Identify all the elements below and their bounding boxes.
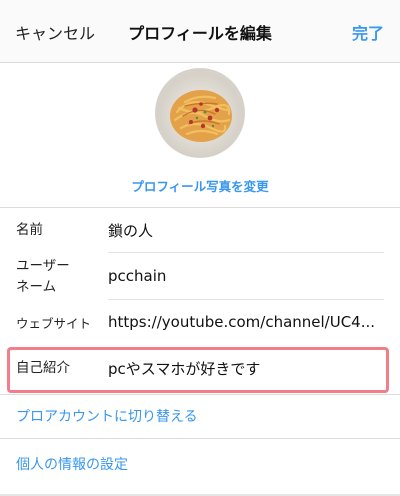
navigation-bar: キャンセル プロフィールを編集 完了 — [0, 0, 400, 63]
username-label: ユーザー ネーム — [16, 258, 70, 295]
name-field[interactable]: 鎖の人 — [108, 220, 386, 241]
page-title: プロフィールを編集 — [128, 24, 272, 43]
change-profile-photo-link[interactable]: プロフィール写真を変更 — [0, 176, 400, 195]
section-divider — [0, 438, 400, 439]
profile-photo-avatar[interactable] — [155, 68, 245, 158]
name-label: 名前 — [16, 222, 43, 238]
website-label: ウェブサイト — [16, 316, 92, 331]
website-field[interactable]: https://youtube.com/channel/UC4... — [108, 313, 386, 331]
edit-profile-screen: キャンセル プロフィールを編集 完了 プロフィール写真を変更 名前 鎖の人 ユー… — [0, 0, 400, 496]
done-button[interactable]: 完了 — [352, 20, 384, 44]
pasta-photo-image — [155, 68, 245, 158]
section-divider — [0, 394, 400, 395]
personal-info-settings-link[interactable]: 個人の情報の設定 — [16, 454, 128, 474]
switch-to-pro-account-link[interactable]: プロアカウントに切り替える — [16, 406, 198, 426]
username-field[interactable]: pcchain — [108, 267, 386, 285]
bio-highlight-box — [7, 347, 389, 393]
website-row: ウェブサイト https://youtube.com/channel/UC4..… — [0, 300, 400, 346]
name-row: 名前 鎖の人 — [0, 208, 400, 252]
username-row: ユーザー ネーム pcchain — [0, 253, 400, 299]
